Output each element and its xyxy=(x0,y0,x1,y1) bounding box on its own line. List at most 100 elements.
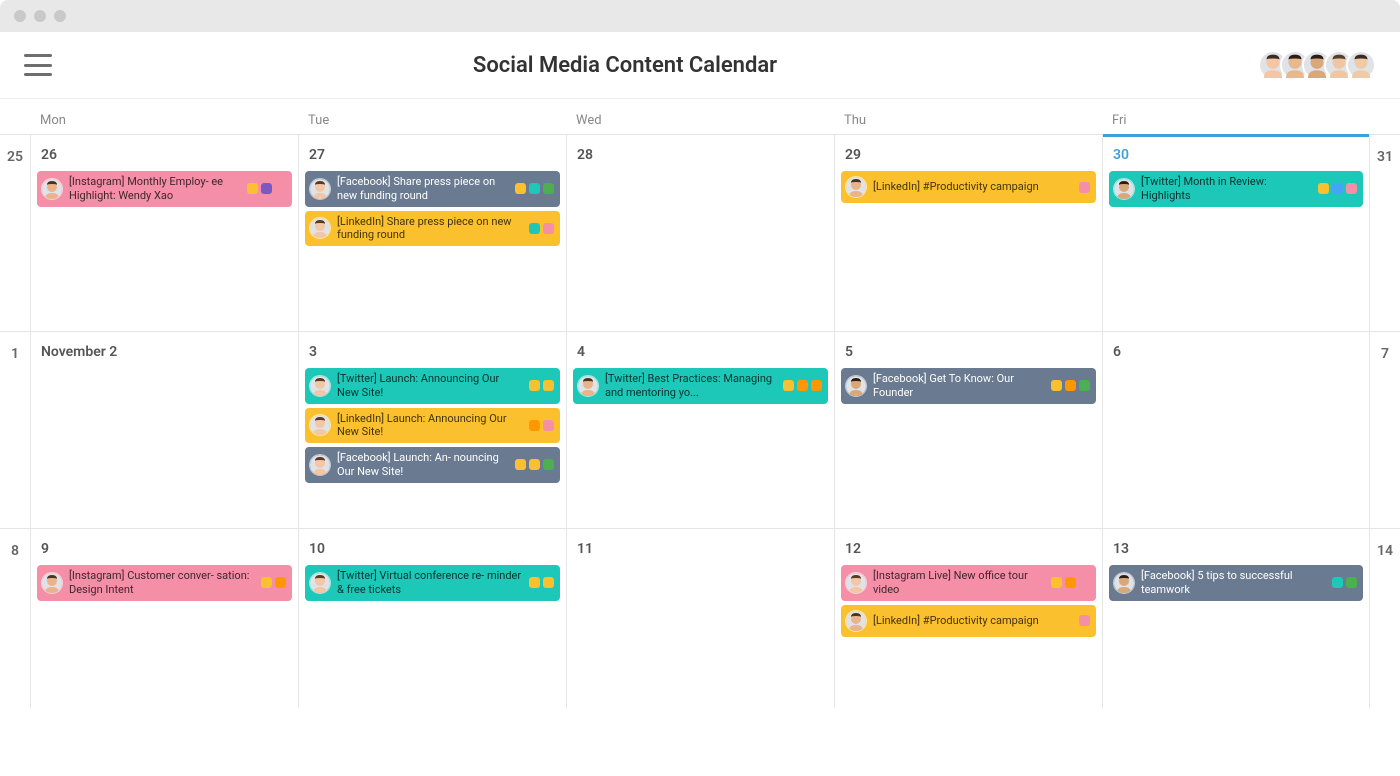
tag-icon xyxy=(515,459,526,470)
day-number: 10 xyxy=(305,541,560,561)
assignee-avatar xyxy=(1113,178,1135,200)
task-card[interactable]: [Twitter] Launch: Announcing Our New Sit… xyxy=(305,368,560,404)
task-title: [Twitter] Month in Review: Highlights xyxy=(1141,175,1312,203)
day-number: 11 xyxy=(573,541,828,561)
day-cell[interactable]: 6 xyxy=(1102,331,1370,528)
project-members[interactable] xyxy=(1258,50,1376,80)
task-tags xyxy=(261,577,286,588)
task-title: [Facebook] Get To Know: Our Founder xyxy=(873,372,1045,400)
task-title: [Instagram Live] New office tour video xyxy=(873,569,1045,597)
day-number: 4 xyxy=(573,344,828,364)
day-cell[interactable]: 9 [Instagram] Customer conver- sation: De… xyxy=(30,528,298,708)
task-tags xyxy=(1079,615,1090,626)
window-dot xyxy=(54,10,66,22)
day-number: 13 xyxy=(1109,541,1363,561)
day-cell[interactable]: 4 [Twitter] Best Practices: Managing and … xyxy=(566,331,834,528)
task-card[interactable]: [Instagram Live] New office tour video xyxy=(841,565,1096,601)
day-cell[interactable]: 13 [Facebook] 5 tips to successful teamwo… xyxy=(1102,528,1370,708)
day-header: Mon xyxy=(30,105,298,134)
task-card[interactable]: [Twitter] Virtual conference re- minder … xyxy=(305,565,560,601)
day-cell[interactable]: 28 xyxy=(566,134,834,331)
window-dot xyxy=(14,10,26,22)
task-card[interactable]: [Twitter] Month in Review: Highlights xyxy=(1109,171,1363,207)
day-cell[interactable]: 30[Twitter] Month in Review: Highlights xyxy=(1102,134,1370,331)
prev-day-label: 25 xyxy=(0,134,30,331)
next-day-label: 14 xyxy=(1370,528,1400,708)
next-day-label: 7 xyxy=(1370,331,1400,528)
task-card[interactable]: [LinkedIn] Share press piece on new fund… xyxy=(305,211,560,247)
tag-icon xyxy=(797,380,808,391)
task-card[interactable]: [Facebook] 5 tips to successful teamwork xyxy=(1109,565,1363,601)
task-tags xyxy=(529,577,554,588)
task-title: [Facebook] Launch: An- nouncing Our New … xyxy=(337,451,509,479)
task-card[interactable]: [Twitter] Best Practices: Managing and m… xyxy=(573,368,828,404)
assignee-avatar xyxy=(309,414,331,436)
task-tags xyxy=(1051,380,1090,391)
tag-icon xyxy=(1079,380,1090,391)
task-title: [LinkedIn] Share press piece on new fund… xyxy=(337,215,523,243)
day-header: Fri xyxy=(1102,105,1370,134)
task-card[interactable]: [LinkedIn] #Productivity campaign xyxy=(841,171,1096,203)
task-card[interactable]: [Instagram] Customer conver- sation: Des… xyxy=(37,565,292,601)
task-tags xyxy=(783,380,822,391)
task-title: [Twitter] Launch: Announcing Our New Sit… xyxy=(337,372,523,400)
tag-icon xyxy=(543,223,554,234)
task-tags xyxy=(247,183,286,194)
day-cell[interactable]: 11 xyxy=(566,528,834,708)
tag-icon xyxy=(275,577,286,588)
tag-icon xyxy=(529,380,540,391)
day-cell[interactable]: 10 [Twitter] Virtual conference re- minde… xyxy=(298,528,566,708)
tag-icon xyxy=(247,183,258,194)
task-tags xyxy=(1332,577,1357,588)
day-cell[interactable]: 26[Instagram] Monthly Employ- ee Highlig… xyxy=(30,134,298,331)
day-cell[interactable]: 29 [LinkedIn] #Productivity campaign xyxy=(834,134,1102,331)
tag-icon xyxy=(261,577,272,588)
task-title: [Instagram] Monthly Employ- ee Highlight… xyxy=(69,175,241,203)
tag-icon xyxy=(529,459,540,470)
task-title: [Facebook] Share press piece on new fund… xyxy=(337,175,509,203)
day-cell[interactable]: November 2 xyxy=(30,331,298,528)
tag-icon xyxy=(1318,183,1329,194)
assignee-avatar xyxy=(845,610,867,632)
task-tags xyxy=(515,183,554,194)
task-title: [Twitter] Best Practices: Managing and m… xyxy=(605,372,777,400)
day-header: Tue xyxy=(298,105,566,134)
task-tags xyxy=(529,420,554,431)
task-tags xyxy=(515,459,554,470)
day-cell[interactable]: 3[Twitter] Launch: Announcing Our New Si… xyxy=(298,331,566,528)
day-cell[interactable]: 5 [Facebook] Get To Know: Our Founder xyxy=(834,331,1102,528)
task-card[interactable]: [LinkedIn] #Productivity campaign xyxy=(841,605,1096,637)
day-header: Wed xyxy=(566,105,834,134)
next-day-label: 31 xyxy=(1370,134,1400,331)
task-title: [Facebook] 5 tips to successful teamwork xyxy=(1141,569,1326,597)
tag-icon xyxy=(1065,577,1076,588)
task-card[interactable]: [LinkedIn] Launch: Announcing Our New Si… xyxy=(305,408,560,444)
assignee-avatar xyxy=(845,375,867,397)
day-number: 5 xyxy=(841,344,1096,364)
tag-icon xyxy=(275,183,286,194)
assignee-avatar xyxy=(41,178,63,200)
assignee-avatar xyxy=(1113,572,1135,594)
task-card[interactable]: [Facebook] Share press piece on new fund… xyxy=(305,171,560,207)
task-card[interactable]: [Instagram] Monthly Employ- ee Highlight… xyxy=(37,171,292,207)
prev-day-label: 1 xyxy=(0,331,30,528)
task-card[interactable]: [Facebook] Launch: An- nouncing Our New … xyxy=(305,447,560,483)
day-number: 9 xyxy=(37,541,292,561)
task-tags xyxy=(1051,577,1090,588)
task-card[interactable]: [Facebook] Get To Know: Our Founder xyxy=(841,368,1096,404)
day-number: 27 xyxy=(305,147,560,167)
day-number: 29 xyxy=(841,147,1096,167)
tag-icon xyxy=(543,577,554,588)
assignee-avatar xyxy=(845,176,867,198)
task-title: [LinkedIn] #Productivity campaign xyxy=(873,614,1073,628)
avatar[interactable] xyxy=(1346,50,1376,80)
prev-day-label: 8 xyxy=(0,528,30,708)
day-cell[interactable]: 12[Instagram Live] New office tour video… xyxy=(834,528,1102,708)
day-cell[interactable]: 27 [Facebook] Share press piece on new fu… xyxy=(298,134,566,331)
day-number: 6 xyxy=(1109,344,1363,364)
task-tags xyxy=(1079,182,1090,193)
task-title: [Twitter] Virtual conference re- minder … xyxy=(337,569,523,597)
app-header: Social Media Content Calendar xyxy=(0,32,1400,99)
tag-icon xyxy=(1079,577,1090,588)
tag-icon xyxy=(1051,577,1062,588)
